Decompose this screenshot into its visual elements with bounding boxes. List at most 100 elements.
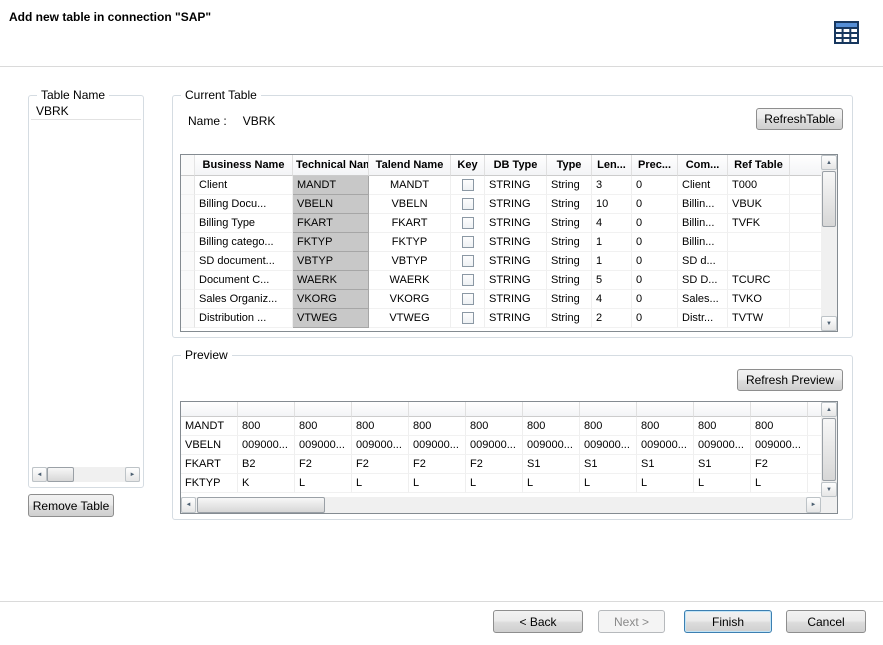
preview-row[interactable]: FKTYPKLLLLLLLLL (181, 474, 821, 493)
preview-value: 009000... (637, 436, 694, 455)
table-name-value: VBRK (243, 114, 276, 128)
schema-row[interactable]: ClientMANDTMANDTSTRINGString30ClientT000 (181, 176, 821, 195)
preview-value: 009000... (295, 436, 352, 455)
preview-column-header[interactable] (694, 402, 751, 417)
scroll-down-arrow-icon[interactable]: ▼ (821, 482, 837, 497)
cell-precision: 0 (632, 233, 678, 252)
key-checkbox[interactable] (462, 179, 474, 191)
preview-value: B2 (238, 455, 295, 474)
column-header-type[interactable]: Type (547, 155, 592, 176)
preview-value: 800 (409, 417, 466, 436)
scroll-left-arrow-icon[interactable]: ◄ (32, 467, 47, 482)
preview-column-header[interactable] (637, 402, 694, 417)
cancel-button[interactable]: Cancel (786, 610, 866, 633)
key-checkbox[interactable] (462, 312, 474, 324)
schema-row[interactable]: Document C...WAERKWAERKSTRINGString50SD … (181, 271, 821, 290)
key-cell (451, 271, 485, 290)
column-header-technical-name[interactable]: Technical Name (293, 155, 369, 176)
cell-ref-table: TVFK (728, 214, 790, 233)
preview-value: 800 (352, 417, 409, 436)
cell-length: 3 (592, 176, 632, 195)
column-header-talend-name[interactable]: Talend Name (369, 155, 451, 176)
column-header-comment[interactable]: Com... (678, 155, 728, 176)
cell-type: String (547, 195, 592, 214)
preview-vscrollbar[interactable]: ▲ ▼ (821, 402, 837, 497)
preview-value: 800 (694, 417, 751, 436)
current-table-vscrollbar[interactable]: ▲ ▼ (821, 155, 837, 331)
preview-column-header[interactable] (580, 402, 637, 417)
row-header-cell (181, 271, 195, 290)
scroll-up-arrow-icon[interactable]: ▲ (821, 155, 837, 170)
scrollbar-track[interactable] (47, 467, 125, 482)
schema-row[interactable]: Billing Docu...VBELNVBELNSTRINGString100… (181, 195, 821, 214)
key-checkbox[interactable] (462, 274, 474, 286)
table-name-list-item[interactable]: VBRK (31, 103, 141, 120)
scrollbar-thumb[interactable] (822, 418, 836, 481)
cell-type: String (547, 271, 592, 290)
key-checkbox[interactable] (462, 236, 474, 248)
schema-row[interactable]: Sales Organiz...VKORGVKORGSTRINGString40… (181, 290, 821, 309)
remove-table-button[interactable]: Remove Table (28, 494, 114, 517)
cell-type: String (547, 176, 592, 195)
column-header-business-name[interactable]: Business Name (195, 155, 293, 176)
preview-row[interactable]: VBELN009000...009000...009000...009000..… (181, 436, 821, 455)
next-button: Next > (598, 610, 665, 633)
schema-row[interactable]: SD document...VBTYPVBTYPSTRINGString10SD… (181, 252, 821, 271)
column-header-length[interactable]: Len... (592, 155, 632, 176)
key-checkbox[interactable] (462, 293, 474, 305)
preview-value: L (352, 474, 409, 493)
preview-value: 009000... (238, 436, 295, 455)
dialog-title: Add new table in connection "SAP" (9, 10, 211, 24)
finish-button[interactable]: Finish (684, 610, 772, 633)
key-checkbox[interactable] (462, 198, 474, 210)
preview-hscrollbar[interactable]: ◄ ► (181, 497, 821, 513)
cell-business-name: Document C... (195, 271, 293, 290)
key-checkbox[interactable] (462, 217, 474, 229)
scroll-left-arrow-icon[interactable]: ◄ (181, 497, 196, 513)
back-button[interactable]: < Back (493, 610, 583, 633)
schema-row[interactable]: Distribution ...VTWEGVTWEGSTRINGString20… (181, 309, 821, 328)
preview-column-header[interactable] (523, 402, 580, 417)
scroll-down-arrow-icon[interactable]: ▼ (821, 316, 837, 331)
column-header-db-type[interactable]: DB Type (485, 155, 547, 176)
table-name-list-hscrollbar[interactable]: ◄ ► (32, 467, 140, 482)
preview-column-header[interactable] (751, 402, 808, 417)
cell-ref-table: TCURC (728, 271, 790, 290)
scroll-right-arrow-icon[interactable]: ► (125, 467, 140, 482)
preview-column-header[interactable] (181, 402, 238, 417)
preview-column-header[interactable] (352, 402, 409, 417)
refresh-preview-button[interactable]: Refresh Preview (737, 369, 843, 391)
cell-technical-name: FKTYP (293, 233, 369, 252)
add-table-dialog: Add new table in connection "SAP" Table … (0, 0, 883, 645)
schema-row[interactable]: Billing TypeFKARTFKARTSTRINGString40Bill… (181, 214, 821, 233)
preview-row[interactable]: FKARTB2F2F2F2F2S1S1S1S1F2 (181, 455, 821, 474)
preview-column-header[interactable] (466, 402, 523, 417)
scrollbar-track[interactable] (196, 497, 806, 513)
filler-cell (790, 252, 821, 271)
table-grid-icon (831, 17, 861, 47)
preview-value: L (466, 474, 523, 493)
scroll-up-arrow-icon[interactable]: ▲ (821, 402, 837, 417)
column-header-precision[interactable]: Prec... (632, 155, 678, 176)
scrollbar-thumb[interactable] (197, 497, 325, 513)
schema-row[interactable]: Billing catego...FKTYPFKTYPSTRINGString1… (181, 233, 821, 252)
column-header-key[interactable]: Key (451, 155, 485, 176)
cell-ref-table: TVKO (728, 290, 790, 309)
scrollbar-thumb[interactable] (47, 467, 74, 482)
refresh-table-button[interactable]: RefreshTable (756, 108, 843, 130)
preview-field-name: MANDT (181, 417, 238, 436)
cell-length: 1 (592, 252, 632, 271)
preview-column-header[interactable] (295, 402, 352, 417)
column-header-ref-table[interactable]: Ref Table (728, 155, 790, 176)
preview-row[interactable]: MANDT800800800800800800800800800800 (181, 417, 821, 436)
cell-db-type: STRING (485, 252, 547, 271)
preview-column-header[interactable] (409, 402, 466, 417)
cell-precision: 0 (632, 176, 678, 195)
scrollbar-thumb[interactable] (822, 171, 836, 227)
table-name-list[interactable]: VBRK (31, 103, 141, 447)
cell-type: String (547, 309, 592, 328)
preview-column-header[interactable] (238, 402, 295, 417)
scroll-right-arrow-icon[interactable]: ► (806, 497, 821, 513)
cell-length: 5 (592, 271, 632, 290)
key-checkbox[interactable] (462, 255, 474, 267)
